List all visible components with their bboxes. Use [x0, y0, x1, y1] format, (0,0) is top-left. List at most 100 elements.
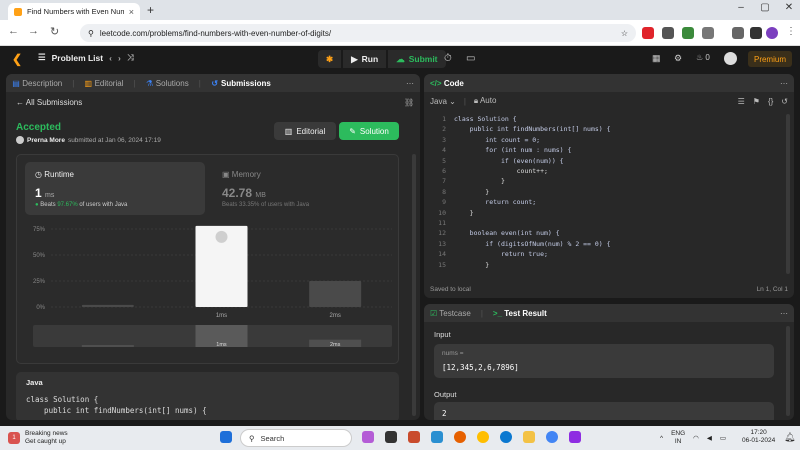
- close-window-icon[interactable]: ✕: [782, 2, 796, 13]
- clock[interactable]: 17:20 06-01-2024: [742, 429, 775, 445]
- file-explorer-icon[interactable]: [523, 431, 535, 443]
- bookmark-icon[interactable]: ⚑: [753, 97, 760, 106]
- show-hidden-icons[interactable]: ^: [660, 435, 663, 442]
- battery-icon[interactable]: ▭: [720, 434, 726, 442]
- bookmark-star-icon[interactable]: ☆: [621, 29, 628, 38]
- solution-button[interactable]: ✎ Solution: [339, 122, 399, 140]
- volume-icon[interactable]: ◀: [707, 434, 712, 442]
- submit-button[interactable]: ☁ Submit: [388, 50, 446, 68]
- scrollbar[interactable]: [412, 154, 416, 416]
- tab-code[interactable]: </> Code: [430, 79, 464, 88]
- extensions-puzzle-icon[interactable]: [702, 27, 714, 39]
- notes-icon[interactable]: ▭: [466, 53, 475, 64]
- memory-card[interactable]: ▣ Memory 42.78 MB Beats 33.35% of users …: [222, 162, 392, 215]
- layout-grid-icon[interactable]: ▦: [652, 53, 661, 64]
- prev-problem-icon[interactable]: ‹: [109, 53, 112, 63]
- close-tab-icon[interactable]: ×: [129, 7, 134, 17]
- debug-button[interactable]: ✱: [318, 50, 342, 68]
- language-select[interactable]: Java ⌄: [430, 97, 456, 106]
- firefox-icon[interactable]: [454, 431, 466, 443]
- sidebar-icon[interactable]: [732, 27, 744, 39]
- premium-button[interactable]: Premium: [748, 51, 792, 67]
- editor-scrollbar[interactable]: [786, 114, 790, 274]
- panel-more-icon[interactable]: ⋯: [406, 79, 414, 88]
- tab-submissions[interactable]: ↺ Submissions: [211, 79, 270, 88]
- tab-editorial[interactable]: ▥ Editorial: [84, 78, 124, 88]
- news-widget[interactable]: 1 Breaking news Get caught up: [8, 430, 68, 446]
- divider: |: [480, 308, 483, 318]
- code-line: class Solution {: [454, 115, 517, 123]
- code-area[interactable]: class Solution { public int findNumbers(…: [454, 114, 611, 270]
- menu-dots-icon[interactable]: ⋮: [786, 26, 796, 37]
- new-tab-icon[interactable]: +: [147, 3, 154, 17]
- app-icon[interactable]: [569, 431, 581, 443]
- runtime-distribution-chart[interactable]: 0% 25% 50% 75% 1ms 2ms 1ms 2ms: [17, 219, 400, 359]
- opera-extension-icon[interactable]: [642, 27, 654, 39]
- beats-prefix: Beats: [40, 202, 56, 208]
- taskbar-search[interactable]: ⚲ Search: [240, 429, 352, 447]
- wifi-icon[interactable]: ◠: [693, 434, 699, 442]
- extension-icon[interactable]: [682, 27, 694, 39]
- tab-test-result[interactable]: >_ Test Result: [493, 309, 547, 318]
- share-link-icon[interactable]: ⛓: [404, 98, 414, 107]
- next-problem-icon[interactable]: ›: [118, 53, 121, 63]
- chrome-icon[interactable]: [546, 431, 558, 443]
- split-icon[interactable]: [750, 27, 762, 39]
- timer-icon[interactable]: ⏱: [444, 53, 452, 64]
- chrome-canary-icon[interactable]: [477, 431, 489, 443]
- panel-more-icon[interactable]: ⋯: [780, 79, 788, 88]
- edge-icon[interactable]: [500, 431, 512, 443]
- notification-bell-icon[interactable]: 🔔︎: [784, 432, 795, 443]
- tab-label: Editorial: [94, 78, 124, 88]
- task-view-icon[interactable]: [385, 431, 397, 443]
- editorial-button[interactable]: ▥ Editorial: [274, 122, 336, 140]
- flask-icon: ⚗: [145, 78, 154, 88]
- browser-tab[interactable]: Find Numbers with Even Numb ×: [8, 3, 140, 20]
- run-label: Run: [361, 54, 379, 64]
- minimize-icon[interactable]: –: [734, 2, 748, 13]
- tab-testcase[interactable]: ☑ Testcase: [430, 309, 471, 318]
- panel-more-icon[interactable]: ⋯: [780, 309, 788, 318]
- back-icon[interactable]: ←: [8, 25, 19, 37]
- all-submissions-link[interactable]: ← All Submissions: [16, 98, 82, 107]
- app-icon[interactable]: [431, 431, 443, 443]
- settings-gear-icon[interactable]: ⚙: [674, 53, 682, 64]
- editorial-label: Editorial: [296, 126, 326, 136]
- braces-icon[interactable]: {}: [768, 97, 773, 106]
- windows-start-icon[interactable]: [220, 431, 232, 443]
- input-var-label: nums =: [442, 350, 464, 357]
- beats-percent: 97.67%: [57, 202, 78, 208]
- address-bar[interactable]: ⚲ leetcode.com/problems/find-numbers-wit…: [80, 24, 636, 42]
- auto-mode[interactable]: 🔒︎ Auto: [474, 96, 497, 106]
- reset-icon[interactable]: ↺: [781, 97, 788, 106]
- reload-icon[interactable]: ↻: [50, 25, 59, 38]
- chart-bar: [309, 281, 362, 307]
- app-icon[interactable]: [408, 431, 420, 443]
- profile-avatar[interactable]: [766, 27, 778, 39]
- result-scrollbar[interactable]: [786, 326, 790, 416]
- problem-list-link[interactable]: Problem List: [52, 53, 103, 63]
- divider: |: [198, 78, 201, 88]
- all-submissions-label: All Submissions: [25, 98, 83, 107]
- code-line: return true;: [454, 250, 548, 259]
- chart-y-tick-label: 50%: [33, 253, 46, 259]
- maximize-icon[interactable]: ▢: [758, 2, 772, 13]
- runtime-card[interactable]: ◷ Runtime 1 ms ● Beats 97.67% of users w…: [25, 162, 205, 215]
- output-label: Output: [434, 390, 457, 399]
- user-avatar[interactable]: [724, 52, 737, 65]
- tab-label: Description: [22, 78, 63, 88]
- tab-description[interactable]: ▤ Description: [12, 79, 62, 88]
- editor-toolbar: Java ⌄ | 🔒︎ Auto ☰ ⚑ {} ↺: [424, 92, 794, 110]
- tab-solutions[interactable]: ⚗ Solutions: [146, 79, 189, 88]
- username[interactable]: Prerna More: [27, 137, 65, 144]
- format-icon[interactable]: ☰: [738, 97, 745, 106]
- run-button[interactable]: ▶ Run: [343, 50, 387, 68]
- forward-icon[interactable]: →: [28, 25, 39, 37]
- leetcode-logo-icon[interactable]: ❮: [12, 52, 24, 66]
- streak-counter[interactable]: ♨ 0: [696, 53, 710, 62]
- app-icon[interactable]: [362, 431, 374, 443]
- site-info-icon[interactable]: ⚲: [88, 29, 94, 38]
- language-indicator[interactable]: ENG IN: [671, 430, 685, 446]
- extension-icon[interactable]: [662, 27, 674, 39]
- shuffle-icon[interactable]: ⤨: [127, 52, 134, 63]
